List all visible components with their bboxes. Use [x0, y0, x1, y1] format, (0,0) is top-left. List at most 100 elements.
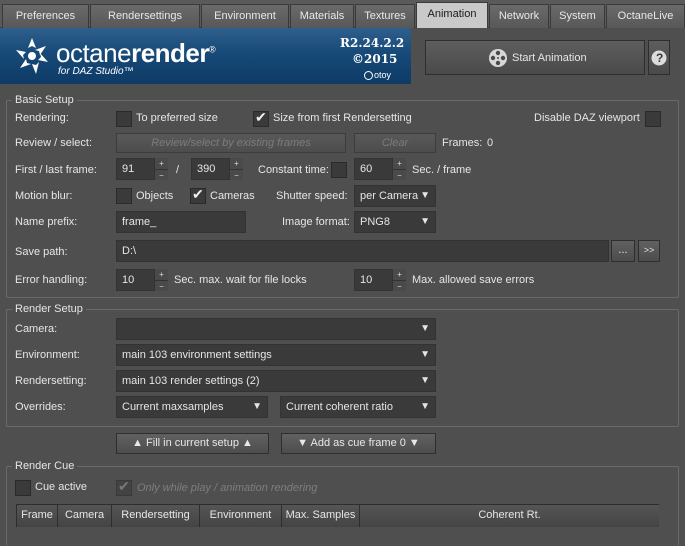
start-animation-button[interactable]: Start Animation: [425, 40, 645, 75]
rendersetting-select[interactable]: main 103 render settings (2) ▼: [116, 370, 436, 392]
first-frame-stepper[interactable]: 91 + −: [116, 158, 168, 180]
browse-button[interactable]: ...: [611, 240, 635, 262]
checkmark-icon: ✔: [192, 186, 204, 202]
column-header-max-samples[interactable]: Max. Samples: [282, 505, 360, 527]
last-frame-down-arrow[interactable]: −: [229, 169, 243, 180]
disable-daz-viewport-checkbox[interactable]: [645, 111, 661, 127]
rendersetting-value: main 103 render settings (2): [122, 375, 260, 387]
last-frame-stepper[interactable]: 390 + −: [191, 158, 243, 180]
rendersetting-label: Rendersetting:: [15, 375, 87, 387]
clear-button[interactable]: Clear: [354, 133, 436, 153]
only-while-play-checkbox[interactable]: ✔: [116, 478, 132, 496]
logo-trademark: ®: [209, 44, 216, 55]
image-format-select[interactable]: PNG8 ▼: [354, 211, 436, 233]
frames-label: Frames:: [442, 137, 483, 149]
save-path-label: Save path:: [15, 246, 68, 258]
column-header-coherent-rt[interactable]: Coherent Rt.: [360, 505, 659, 527]
checkmark-icon: ✔: [118, 478, 130, 494]
seconds-per-frame-down-arrow[interactable]: −: [392, 169, 406, 180]
wait-seconds-stepper[interactable]: 10 + −: [116, 269, 168, 291]
help-icon-glyph: ?: [656, 51, 664, 65]
override-coherent-select[interactable]: Current coherent ratio ▼: [280, 396, 436, 418]
tab-environment[interactable]: Environment: [201, 4, 289, 28]
shutter-speed-value: per Camera: [360, 190, 419, 202]
go-button[interactable]: >>: [638, 240, 660, 262]
tab-preferences[interactable]: Preferences: [2, 4, 89, 28]
tab-octanelive[interactable]: OctaneLive: [606, 4, 685, 28]
save-path-input[interactable]: D:\: [116, 240, 609, 262]
wait-seconds-label: Sec. max. wait for file locks: [174, 274, 307, 286]
start-animation-label: Start Animation: [512, 52, 587, 64]
max-errors-stepper[interactable]: 10 + −: [354, 269, 406, 291]
to-preferred-size-checkbox[interactable]: [116, 111, 132, 127]
max-errors-up-arrow[interactable]: +: [392, 269, 406, 280]
environment-label: Environment:: [15, 349, 80, 361]
help-button[interactable]: ?: [648, 40, 670, 75]
size-from-first-checkbox[interactable]: ✔: [253, 109, 269, 127]
tab-network[interactable]: Network: [489, 4, 549, 28]
camera-label: Camera:: [15, 323, 58, 335]
camera-select[interactable]: ▼: [116, 318, 436, 340]
logo-subtitle: for DAZ Studio™: [58, 66, 134, 77]
render-setup-title: Render Setup: [12, 303, 86, 315]
render-cue-table-header: Frame Camera Rendersetting Environment M…: [16, 504, 659, 527]
review-select-label: Review / select:: [15, 137, 93, 149]
image-format-value: PNG8: [360, 216, 390, 228]
column-header-frame[interactable]: Frame: [17, 505, 58, 527]
dropdown-arrow-icon: ▼: [252, 401, 262, 412]
tab-bar: Preferences Rendersettings Environment M…: [0, 0, 685, 28]
octane-logo-icon: [16, 38, 48, 74]
logo-word-light: octane: [56, 38, 132, 68]
dropdown-arrow-icon: ▼: [420, 401, 430, 412]
frames-count: 0: [487, 137, 494, 149]
error-handling-label: Error handling:: [15, 274, 88, 286]
otoy-logo: otoy: [364, 70, 392, 81]
max-errors-down-arrow[interactable]: −: [392, 280, 406, 291]
dropdown-arrow-icon: ▼: [420, 323, 430, 334]
disable-daz-viewport-label: Disable DAZ viewport: [534, 112, 640, 124]
name-prefix-input[interactable]: frame_: [116, 211, 246, 233]
cameras-label: Cameras: [210, 190, 255, 202]
checkmark-icon: ✔: [255, 109, 267, 125]
column-header-environment[interactable]: Environment: [200, 505, 282, 527]
dropdown-arrow-icon: ▼: [420, 190, 430, 201]
cameras-checkbox[interactable]: ✔: [190, 186, 206, 204]
tab-system[interactable]: System: [550, 4, 605, 28]
constant-time-checkbox[interactable]: [331, 162, 347, 178]
otoy-logo-icon: [364, 71, 373, 81]
tab-materials[interactable]: Materials: [290, 4, 354, 28]
wait-seconds-down-arrow[interactable]: −: [154, 280, 168, 291]
override-maxsamples-select[interactable]: Current maxsamples ▼: [116, 396, 268, 418]
logo-year: ©2015: [352, 52, 398, 66]
dropdown-arrow-icon: ▼: [420, 349, 430, 360]
column-header-camera[interactable]: Camera: [58, 505, 112, 527]
tab-rendersettings[interactable]: Rendersettings: [90, 4, 200, 28]
seconds-per-frame-up-arrow[interactable]: +: [392, 158, 406, 169]
to-preferred-size-label: To preferred size: [136, 112, 218, 124]
first-frame-down-arrow[interactable]: −: [154, 169, 168, 180]
shutter-speed-select[interactable]: per Camera ▼: [354, 185, 436, 207]
sec-frame-label: Sec. / frame: [412, 164, 472, 176]
basic-setup-title: Basic Setup: [12, 94, 77, 106]
tab-animation[interactable]: Animation: [416, 2, 488, 28]
environment-select[interactable]: main 103 environment settings ▼: [116, 344, 436, 366]
logo-version: R2.24.2.2: [340, 36, 405, 50]
tab-textures[interactable]: Textures: [355, 4, 415, 28]
wait-seconds-up-arrow[interactable]: +: [154, 269, 168, 280]
fill-in-current-setup-button[interactable]: ▲ Fill in current setup ▲: [116, 433, 269, 454]
otoy-logo-text: otoy: [374, 70, 392, 80]
review-select-button[interactable]: Review/select by existing frames: [116, 133, 346, 153]
only-while-play-label: Only while play / animation rendering: [137, 482, 318, 494]
first-last-frame-label: First / last frame:: [15, 164, 97, 176]
cue-active-checkbox[interactable]: [15, 480, 31, 496]
add-as-cue-frame-button[interactable]: ▼ Add as cue frame 0 ▼: [281, 433, 436, 454]
seconds-per-frame-stepper[interactable]: 60 + −: [354, 158, 406, 180]
cue-active-label: Cue active: [35, 481, 87, 493]
objects-checkbox[interactable]: [116, 188, 132, 204]
column-header-rendersetting[interactable]: Rendersetting: [112, 505, 200, 527]
film-reel-icon: [489, 49, 507, 67]
last-frame-up-arrow[interactable]: +: [229, 158, 243, 169]
first-frame-up-arrow[interactable]: +: [154, 158, 168, 169]
size-from-first-label: Size from first Rendersetting: [273, 112, 412, 124]
logo-word-bold: render: [131, 38, 209, 68]
